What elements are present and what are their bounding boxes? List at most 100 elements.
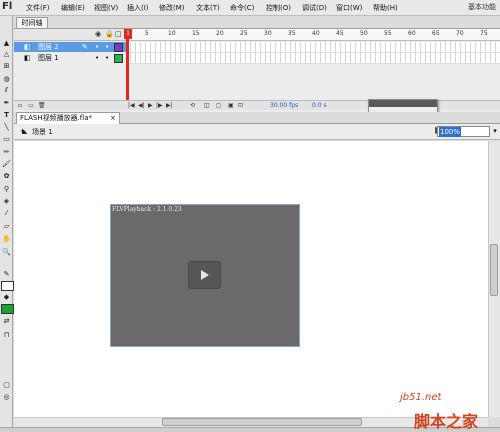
3d-rotation-tool-icon[interactable]: ◍ (1, 74, 12, 84)
layer-frames[interactable] (126, 53, 500, 64)
outline-icon[interactable]: □ (115, 30, 122, 38)
frame-tick-label: 40 (312, 30, 320, 37)
zoom-field[interactable]: 100% (437, 126, 490, 137)
fps-readout[interactable]: 30.00 fps (270, 102, 298, 109)
frame-tick-label: 5 (145, 30, 149, 37)
scene-icon: ◣ (22, 127, 28, 135)
visibility-dot[interactable]: • (95, 53, 99, 63)
menu-insert[interactable]: 插入(I) (127, 3, 149, 13)
brush-tool-icon[interactable]: 🖌 (1, 159, 12, 169)
delete-layer-icon[interactable]: 🗑 (38, 102, 46, 109)
free-transform-tool-icon[interactable]: ⊞ (1, 61, 12, 71)
pencil-edit-icon: ✎ (82, 43, 88, 51)
text-tool-icon[interactable]: T (1, 110, 12, 120)
snap-to-objects-icon[interactable]: ⊓ (1, 330, 12, 340)
deco-tool-icon[interactable]: ✿ (1, 171, 12, 181)
frame-tick-label: 35 (288, 30, 296, 37)
document-tab[interactable]: FLASH视频播放器.fla* × (16, 112, 120, 124)
eraser-tool-icon[interactable]: ▱ (1, 221, 12, 231)
stroke-color-swatch[interactable] (1, 281, 14, 291)
menu-edit[interactable]: 编辑(E) (61, 3, 85, 13)
fill-color-swatch[interactable] (1, 304, 14, 314)
menu-commands[interactable]: 命令(C) (230, 3, 254, 13)
layer-outline-color[interactable] (114, 54, 123, 63)
menu-view[interactable]: 视图(V) (94, 3, 118, 13)
frame-tick-label: 20 (216, 30, 224, 37)
watermark-url: jb51.net (400, 392, 442, 403)
layer-frames[interactable] (126, 42, 500, 53)
fast-forward-icon[interactable]: ▶| (166, 102, 173, 109)
zoom-tool-icon[interactable]: 🔍 (1, 247, 12, 257)
hand-tool-icon[interactable]: ✋ (1, 234, 12, 244)
bone-tool-icon[interactable]: ⚲ (1, 184, 12, 194)
layer-icon: ◧ (24, 54, 31, 62)
close-icon[interactable]: × (110, 113, 116, 124)
vertical-scroll-thumb[interactable] (490, 244, 498, 296)
onion-skin-icon[interactable]: ◫ (204, 102, 210, 109)
new-layer-icon[interactable]: ▫ (18, 102, 22, 109)
menu-file[interactable]: 文件(F) (26, 3, 50, 13)
smooth-option-icon[interactable]: ◎ (1, 392, 12, 402)
rewind-icon[interactable]: |◀ (128, 102, 135, 109)
fill-bucket-icon[interactable]: ◆ (1, 292, 12, 302)
frame-tick-label: 65 (432, 30, 440, 37)
object-drawing-icon[interactable]: ▢ (1, 380, 12, 390)
frames-ruler[interactable]: 1 5 10 15 20 25 30 35 40 45 50 55 60 65 … (126, 29, 500, 41)
menu-debug[interactable]: 调试(D) (302, 3, 327, 13)
step-back-icon[interactable]: ◀| (138, 102, 145, 109)
pen-tool-icon[interactable]: ✒ (1, 98, 12, 108)
menu-modify[interactable]: 修改(M) (159, 3, 185, 13)
onion-markers-icon[interactable]: ⊡ (238, 102, 243, 109)
play-icon[interactable]: ▶ (148, 102, 153, 109)
eye-icon[interactable]: ◉ (95, 30, 101, 38)
layer-row[interactable]: ◧ 图层 2 ✎ • • (14, 42, 126, 52)
menu-window[interactable]: 窗口(W) (336, 3, 362, 13)
frame-tick-label: 15 (192, 30, 200, 37)
player-label: FLVPlayback : 2.1.0.23 (112, 206, 182, 213)
tab-timeline[interactable]: 时间轴 (16, 17, 48, 28)
frame-tick-label: 25 (240, 30, 248, 37)
tools-panel: ▲ △ ⊞ ◍ ℓ ✒ T ╲ ▭ ✏ 🖌 ✿ ⚲ ◈ ⁄ ▱ ✋ 🔍 ✎ ◆ … (0, 16, 14, 432)
workspace-switcher[interactable]: 基本功能 (468, 2, 496, 12)
swap-colors-icon[interactable]: ⇄ (1, 316, 12, 326)
play-button[interactable] (188, 261, 221, 289)
lock-dot[interactable]: • (105, 42, 109, 52)
new-folder-icon[interactable]: ▭ (28, 102, 34, 109)
horizontal-scroll-thumb[interactable] (162, 418, 362, 426)
frame-tick-label: 60 (408, 30, 416, 37)
menu-control[interactable]: 控制(O) (266, 3, 291, 13)
frame-tick-label: 70 (456, 30, 464, 37)
visibility-dot[interactable]: • (95, 42, 99, 52)
lock-dot[interactable]: • (105, 53, 109, 63)
step-forward-icon[interactable]: |▶ (156, 102, 163, 109)
time-readout[interactable]: 0.0 s (312, 102, 327, 109)
pencil-tool-icon[interactable]: ✏ (1, 147, 12, 157)
loop-icon[interactable]: ⟲ (190, 102, 195, 109)
stroke-color-pencil-icon[interactable]: ✎ (1, 269, 12, 279)
subselection-tool-icon[interactable]: △ (1, 49, 12, 59)
menu-help[interactable]: 帮助(H) (373, 3, 398, 13)
chevron-down-icon[interactable]: ▾ (491, 126, 499, 137)
layer-outline-color[interactable] (114, 43, 123, 52)
frame-tick-label: 45 (336, 30, 344, 37)
frame-tick-label: 75 (480, 30, 488, 37)
rectangle-tool-icon[interactable]: ▭ (1, 134, 12, 144)
edit-multiple-icon[interactable]: ▣ (228, 102, 234, 109)
line-tool-icon[interactable]: ╲ (1, 122, 12, 132)
eyedropper-tool-icon[interactable]: ⁄ (1, 208, 12, 218)
playhead[interactable] (126, 29, 129, 101)
actions-panel-titlebar[interactable] (369, 100, 437, 107)
paint-bucket-tool-icon[interactable]: ◈ (1, 196, 12, 206)
layer-name: 图层 1 (38, 54, 59, 62)
current-frame-marker[interactable]: 1 (124, 29, 132, 39)
menu-bar: Fl 文件(F) 编辑(E) 视图(V) 插入(I) 修改(M) 文本(T) 命… (0, 0, 500, 16)
lasso-tool-icon[interactable]: ℓ (1, 85, 12, 95)
layer-row[interactable]: ◧ 图层 1 • • (14, 53, 126, 63)
scene-label[interactable]: 场景 1 (32, 127, 53, 137)
play-icon (201, 270, 209, 280)
selection-tool-icon[interactable]: ▲ (1, 38, 12, 48)
frame-tick-label: 10 (168, 30, 176, 37)
lock-icon[interactable]: 🔒 (105, 30, 114, 38)
onion-outline-icon[interactable]: ◻ (216, 102, 221, 109)
menu-text[interactable]: 文本(T) (196, 3, 220, 13)
